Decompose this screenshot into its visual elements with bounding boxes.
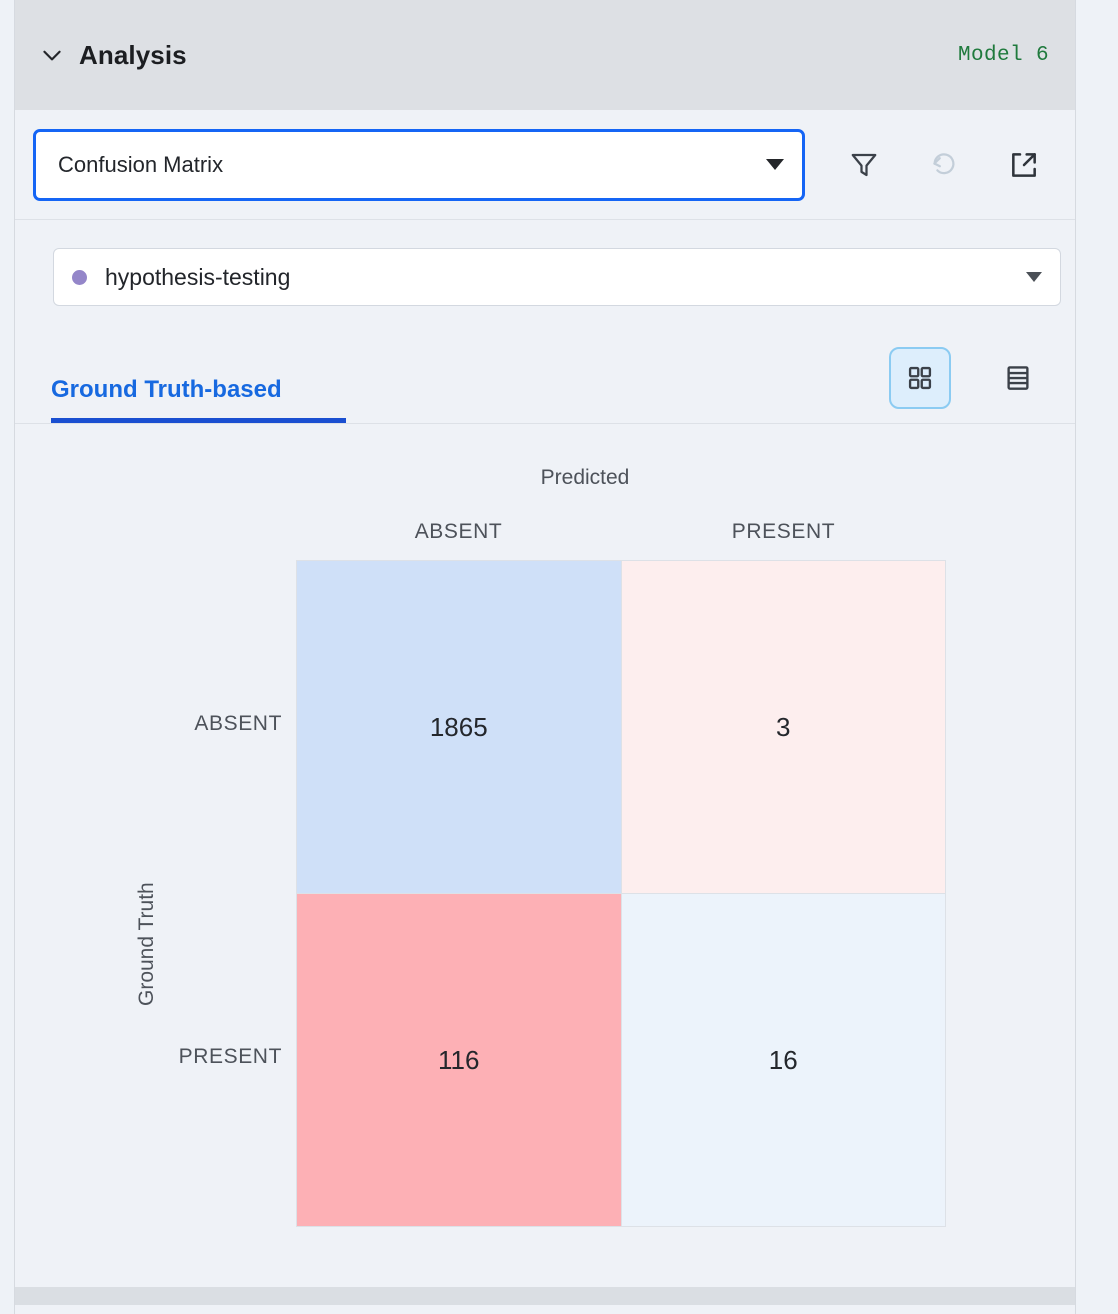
dataset-select-value: hypothesis-testing — [105, 263, 291, 290]
matrix-cell[interactable]: 116 — [297, 894, 621, 1226]
panel-resize-bar[interactable] — [15, 1287, 1075, 1305]
model-tag: Model 6 — [957, 43, 1049, 67]
table-view-icon[interactable] — [987, 347, 1049, 409]
matrix-grid: 1865 3 116 16 — [296, 560, 946, 1227]
confusion-matrix: Predicted ABSENT PRESENT ABSENT PRESENT … — [15, 424, 1075, 1270]
chevron-down-icon — [1026, 272, 1042, 282]
grid-view-icon[interactable] — [889, 347, 951, 409]
page-title: Analysis — [79, 39, 187, 70]
filter-funnel-icon[interactable] — [847, 148, 881, 182]
toolbar-icons — [847, 148, 1049, 182]
open-external-icon[interactable] — [1007, 148, 1041, 182]
chart-toolbar: Confusion Matrix — [15, 110, 1075, 220]
analysis-panel: Analysis Model 6 Confusion Matrix hypoth… — [14, 0, 1076, 1314]
matrix-grid-wrap: ABSENT PRESENT 1865 3 116 16 — [179, 560, 946, 1227]
panel-header: Analysis Model 6 — [15, 0, 1075, 110]
matrix-cell[interactable]: 3 — [621, 561, 945, 893]
reset-refresh-icon[interactable] — [927, 148, 961, 182]
dataset-row: hypothesis-testing — [15, 220, 1075, 306]
view-toggle-group — [889, 347, 1049, 423]
matrix-cell[interactable]: 1865 — [297, 561, 621, 893]
x-axis-label: Predicted — [540, 466, 630, 489]
chevron-down-icon[interactable] — [39, 42, 65, 68]
column-headers: ABSENT PRESENT — [296, 520, 946, 544]
column-header-present: PRESENT — [731, 520, 836, 543]
dataset-color-dot-icon — [72, 269, 87, 285]
dataset-select[interactable]: hypothesis-testing — [53, 248, 1061, 306]
chart-type-select[interactable]: Confusion Matrix — [33, 128, 805, 201]
chevron-down-icon — [766, 159, 784, 170]
row-header-absent: ABSENT — [194, 712, 282, 735]
y-axis-label: Ground Truth — [135, 882, 158, 1006]
matrix-cell[interactable]: 16 — [621, 894, 945, 1226]
row-header-present: PRESENT — [178, 1045, 282, 1068]
tab-bar: Ground Truth-based — [15, 347, 1075, 424]
tab-ground-truth-based[interactable]: Ground Truth-based — [51, 376, 346, 423]
column-header-absent: ABSENT — [414, 520, 503, 543]
chart-type-select-value: Confusion Matrix — [58, 151, 224, 177]
